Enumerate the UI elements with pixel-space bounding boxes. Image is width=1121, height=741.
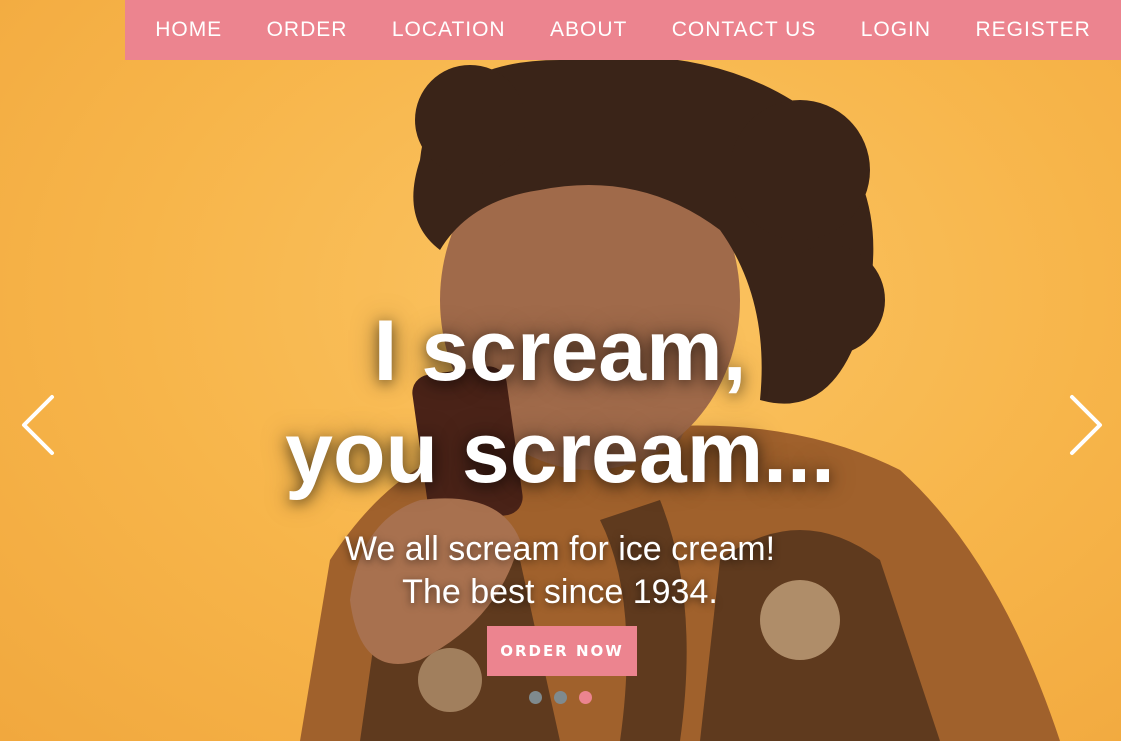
chevron-left-icon xyxy=(22,395,54,455)
carousel-indicators xyxy=(529,691,592,704)
nav-location[interactable]: LOCATION xyxy=(386,18,512,42)
chevron-right-icon xyxy=(1070,395,1102,455)
headline-line-2: you scream... xyxy=(285,405,835,501)
carousel-prev-button[interactable] xyxy=(16,392,60,458)
hero-headline: I scream, you scream... xyxy=(200,300,920,504)
hero-carousel: HOME ORDER LOCATION ABOUT CONTACT US LOG… xyxy=(0,0,1121,741)
carousel-next-button[interactable] xyxy=(1064,392,1108,458)
main-navbar: HOME ORDER LOCATION ABOUT CONTACT US LOG… xyxy=(125,0,1121,60)
nav-home[interactable]: HOME xyxy=(149,18,228,42)
carousel-indicator-1[interactable] xyxy=(529,691,542,704)
carousel-indicator-3[interactable] xyxy=(579,691,592,704)
nav-contact-us[interactable]: CONTACT US xyxy=(666,18,823,42)
subtitle-line-2: The best since 1934. xyxy=(402,573,718,611)
nav-register[interactable]: REGISTER xyxy=(969,18,1096,42)
nav-login[interactable]: LOGIN xyxy=(855,18,937,42)
hero-subtitle: We all scream for ice cream! The best si… xyxy=(200,528,920,614)
subtitle-line-1: We all scream for ice cream! xyxy=(344,530,776,568)
nav-order[interactable]: ORDER xyxy=(261,18,354,42)
hero-caption: I scream, you scream... We all scream fo… xyxy=(200,300,920,614)
nav-about[interactable]: ABOUT xyxy=(544,18,633,42)
headline-line-1: I scream, xyxy=(373,303,747,399)
order-now-button[interactable]: ORDER NOW xyxy=(487,626,637,676)
carousel-indicator-2[interactable] xyxy=(554,691,567,704)
